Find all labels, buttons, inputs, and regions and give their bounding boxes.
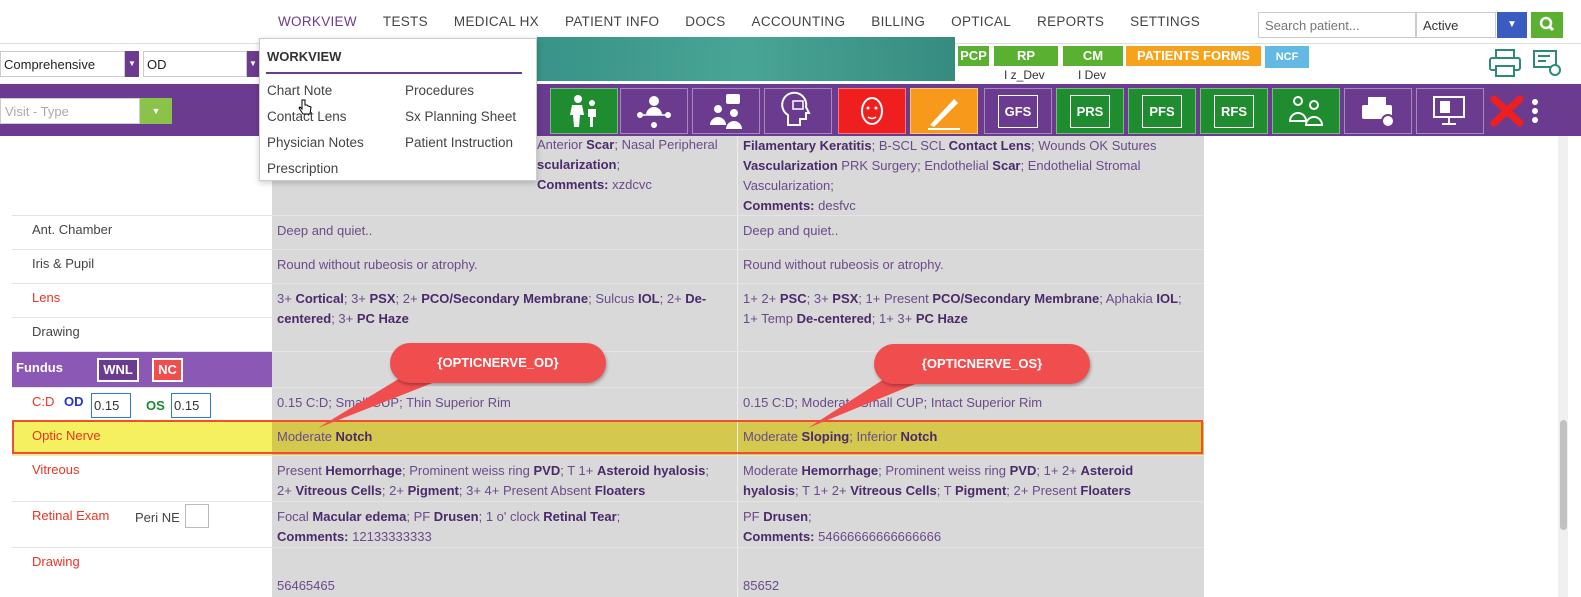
menu-item-chart-note[interactable]: Chart Note: [267, 83, 332, 98]
hand-cursor-icon: [298, 99, 312, 120]
menu-item-procedures[interactable]: Procedures: [405, 83, 474, 98]
menu-item-patient-instruction[interactable]: Patient Instruction: [405, 135, 513, 150]
callout-opticnerve-od: {OPTICNERVE_OD}: [390, 343, 606, 383]
menu-item-sx-planning-sheet[interactable]: Sx Planning Sheet: [405, 109, 516, 124]
menu-item-prescription[interactable]: Prescription: [267, 161, 338, 176]
menu-title: WORKVIEW: [267, 49, 342, 64]
workview-dropdown: WORKVIEW Chart Note Contact Lens Physici…: [259, 38, 537, 181]
menu-item-physician-notes[interactable]: Physician Notes: [267, 135, 364, 150]
scrollbar-thumb[interactable]: [1560, 420, 1567, 530]
menu-divider: [266, 72, 522, 74]
callout-opticnerve-os: {OPTICNERVE_OS}: [874, 344, 1090, 384]
callout-pointers: [318, 372, 925, 428]
